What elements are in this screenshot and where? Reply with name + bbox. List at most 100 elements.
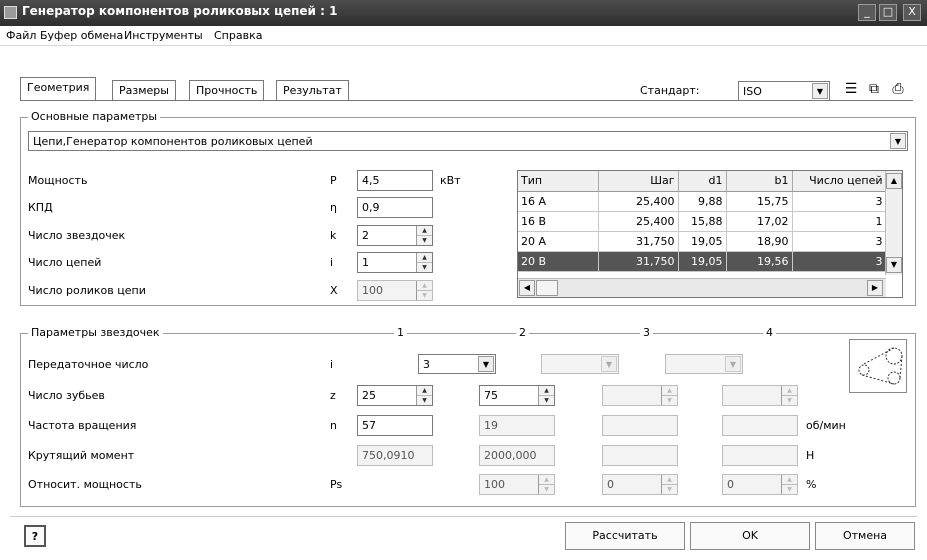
menu-help[interactable]: Справка: [214, 29, 262, 42]
restore-button[interactable]: □: [879, 4, 897, 21]
sprocket-count-stepper[interactable]: 2 ▲ ▼: [357, 225, 433, 246]
column-header[interactable]: Шаг: [598, 171, 679, 192]
relative-power-unit: %: [806, 478, 817, 491]
minimize-button[interactable]: _: [858, 4, 876, 21]
chevron-down-icon[interactable]: ▼: [601, 356, 617, 372]
column-header[interactable]: Число цепей: [792, 171, 887, 192]
torque-input-2[interactable]: 2000,000: [479, 445, 555, 466]
table-row[interactable]: 20 A 31,750 19,05 18,90 3: [518, 231, 887, 252]
spin-buttons[interactable]: ▲ ▼: [781, 475, 797, 494]
spin-buttons[interactable]: ▲ ▼: [661, 386, 677, 405]
chain-diagram-icon[interactable]: [849, 339, 907, 393]
teeth-label: Число зубьев: [28, 389, 105, 402]
torque-input-3[interactable]: [602, 445, 678, 466]
vertical-scrollbar[interactable]: ▲ ▼: [885, 171, 902, 275]
column-header[interactable]: Тип: [518, 171, 599, 192]
teeth-stepper-4[interactable]: ▲ ▼: [722, 385, 798, 406]
relative-power-value-2: 100: [484, 478, 505, 491]
torque-input-1[interactable]: 750,0910: [357, 445, 433, 466]
table-row[interactable]: 16 A 25,400 9,88 15,75 3: [518, 191, 887, 212]
tab-dimensions[interactable]: Размеры: [112, 80, 176, 100]
help-button[interactable]: ?: [24, 525, 46, 547]
efficiency-input[interactable]: 0,9: [357, 197, 433, 218]
spin-buttons[interactable]: ▲ ▼: [416, 253, 432, 272]
horizontal-scrollbar[interactable]: ◀ ▶: [518, 278, 886, 297]
relative-power-stepper-2[interactable]: 100 ▲ ▼: [479, 474, 555, 495]
scroll-up-icon[interactable]: ▲: [886, 173, 902, 189]
tree-icon[interactable]: ☰: [842, 80, 860, 98]
relative-power-stepper-3[interactable]: 0 ▲ ▼: [602, 474, 678, 495]
chain-table[interactable]: Тип Шаг d1 b1 Число цепей 16 A 25,400 9,…: [517, 170, 903, 298]
gear-ratio-select-2[interactable]: ▼: [541, 354, 619, 374]
spin-buttons[interactable]: ▲ ▼: [538, 386, 554, 405]
chain-count-stepper[interactable]: 1 ▲ ▼: [357, 252, 433, 273]
table-row-selected[interactable]: 20 B 31,750 19,05 19,56 3: [518, 251, 887, 272]
chevron-down-icon[interactable]: ▼: [725, 356, 741, 372]
menu-tools[interactable]: Инструменты: [124, 29, 203, 42]
standard-select[interactable]: ISO ▼: [738, 81, 830, 101]
gear-ratio-symbol: i: [330, 358, 334, 371]
teeth-stepper-2[interactable]: 75 ▲ ▼: [479, 385, 555, 406]
close-button[interactable]: X: [903, 4, 921, 21]
chevron-down-icon[interactable]: ▼: [890, 133, 906, 149]
table-cell: 18,90: [726, 231, 793, 252]
cancel-button[interactable]: Отмена: [815, 522, 915, 550]
table-cell: 3: [792, 231, 887, 252]
spin-buttons[interactable]: ▲ ▼: [416, 281, 432, 300]
gear-ratio-select-3[interactable]: ▼: [665, 354, 743, 374]
standard-value: ISO: [743, 85, 762, 98]
spin-buttons[interactable]: ▲ ▼: [416, 386, 432, 405]
menu-clipboard[interactable]: Буфер обмена: [40, 29, 123, 42]
table-cell: 9,88: [678, 191, 727, 212]
chevron-down-icon[interactable]: ▼: [478, 356, 494, 372]
chain-type-select[interactable]: Цепи,Генератор компонентов роликовых цеп…: [28, 131, 908, 151]
speed-input-1[interactable]: 57: [357, 415, 433, 436]
tab-strength[interactable]: Прочность: [189, 80, 265, 100]
table-cell: 20 B: [518, 251, 599, 272]
scroll-right-icon[interactable]: ▶: [867, 280, 883, 296]
spin-buttons[interactable]: ▲ ▼: [538, 475, 554, 494]
table-cell: 3: [792, 191, 887, 212]
speed-input-3[interactable]: [602, 415, 678, 436]
column-header[interactable]: d1: [678, 171, 727, 192]
table-cell: 1: [792, 211, 887, 232]
spin-buttons[interactable]: ▲ ▼: [661, 475, 677, 494]
sprocket-count-value: 2: [362, 229, 369, 242]
table-cell: 25,400: [598, 191, 679, 212]
table-cell: 17,02: [726, 211, 793, 232]
gear-ratio-select-1[interactable]: 3 ▼: [418, 354, 496, 374]
spin-buttons[interactable]: ▲ ▼: [781, 386, 797, 405]
table-row[interactable]: 16 B 25,400 15,88 17,02 1: [518, 211, 887, 232]
speed-input-4[interactable]: [722, 415, 798, 436]
power-input[interactable]: 4,5: [357, 170, 433, 191]
speed-input-2[interactable]: 19: [479, 415, 555, 436]
app-icon[interactable]: [4, 6, 17, 19]
roller-count-label: Число роликов цепи: [28, 284, 146, 297]
menu-file[interactable]: Файл: [6, 29, 36, 42]
copy-icon[interactable]: ⧉: [865, 80, 883, 98]
torque-input-4[interactable]: [722, 445, 798, 466]
column-number-3: 3: [640, 326, 653, 339]
print-icon[interactable]: ⎙: [889, 80, 907, 98]
relative-power-stepper-4[interactable]: 0 ▲ ▼: [722, 474, 798, 495]
roller-count-stepper[interactable]: 100 ▲ ▼: [357, 280, 433, 301]
calculate-button[interactable]: Рассчитать: [565, 522, 685, 550]
chevron-down-icon[interactable]: ▼: [812, 83, 828, 99]
chain-count-symbol: i: [330, 256, 334, 269]
scroll-thumb[interactable]: [536, 280, 558, 296]
ok-button[interactable]: OK: [690, 522, 810, 550]
tab-result[interactable]: Результат: [276, 80, 349, 100]
scroll-left-icon[interactable]: ◀: [519, 280, 535, 296]
roller-count-value: 100: [362, 284, 383, 297]
sprocket-count-symbol: k: [330, 229, 337, 242]
teeth-stepper-3[interactable]: ▲ ▼: [602, 385, 678, 406]
spin-buttons[interactable]: ▲ ▼: [416, 226, 432, 245]
sprocket-count-label: Число звездочек: [28, 229, 126, 242]
tab-geometry[interactable]: Геометрия: [20, 77, 97, 101]
standard-label: Стандарт:: [640, 84, 700, 97]
scroll-down-icon[interactable]: ▼: [886, 257, 902, 273]
menu-bar: Файл Буфер обмена Инструменты Справка: [0, 26, 927, 46]
column-header[interactable]: b1: [726, 171, 793, 192]
teeth-stepper-1[interactable]: 25 ▲ ▼: [357, 385, 433, 406]
bottom-divider: [10, 516, 917, 517]
